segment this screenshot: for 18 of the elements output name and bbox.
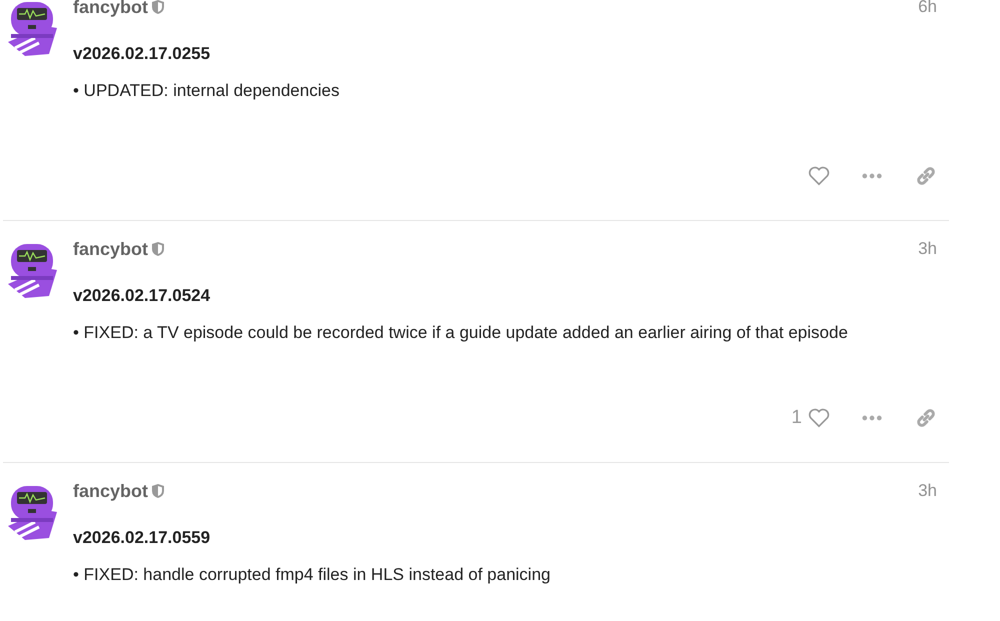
post-text: • FIXED: handle corrupted fmp4 files in HLS instead of panicing xyxy=(73,565,552,585)
post-time[interactable]: 3h xyxy=(918,481,937,501)
post-time[interactable]: 6h xyxy=(918,0,937,17)
version-title: v2026.02.17.0559 xyxy=(73,528,212,548)
link-icon[interactable] xyxy=(915,165,937,187)
post-time[interactable]: 3h xyxy=(918,239,937,259)
username[interactable]: fancybot xyxy=(73,480,148,502)
post-text: • UPDATED: internal dependencies xyxy=(73,81,340,101)
more-icon[interactable] xyxy=(862,415,882,421)
version-title: v2026.02.17.0255 xyxy=(73,44,212,64)
heart-icon[interactable] xyxy=(808,407,830,429)
more-icon[interactable] xyxy=(862,173,882,179)
post-text: • FIXED: a TV episode could be recorded twice if a guide update added an earlier airing of that episode xyxy=(73,323,849,343)
username[interactable]: fancybot xyxy=(73,238,148,260)
heart-icon[interactable] xyxy=(808,165,830,187)
like-count[interactable]: 1 xyxy=(791,407,802,429)
link-icon[interactable] xyxy=(915,407,937,429)
version-title: v2026.02.17.0524 xyxy=(73,286,212,306)
